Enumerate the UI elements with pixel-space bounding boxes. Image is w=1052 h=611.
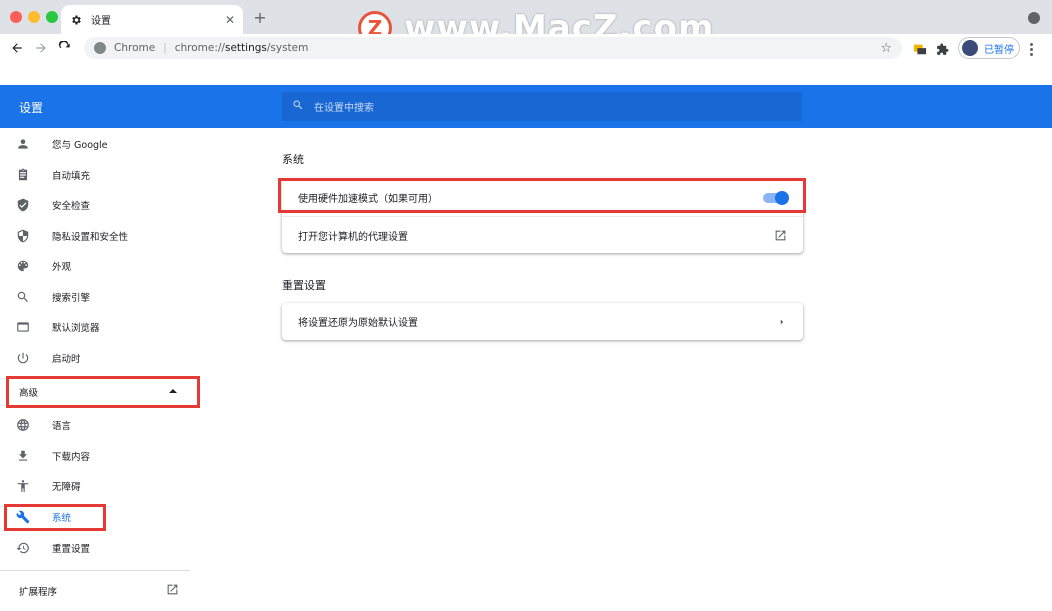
sidebar-item-label: 语言 [52, 420, 72, 432]
puzzle-icon[interactable] [936, 41, 950, 55]
search-input[interactable]: 在设置中搜索 [282, 92, 802, 121]
back-arrow-icon[interactable] [7, 38, 27, 58]
window-controls [10, 11, 58, 23]
profile-button[interactable]: 已暂停 [958, 37, 1020, 59]
sidebar-item-label: 无障碍 [52, 481, 81, 493]
search-placeholder: 在设置中搜索 [314, 103, 374, 114]
forward-arrow-icon[interactable] [31, 38, 51, 58]
advanced-toggle[interactable]: 高级 [6, 376, 200, 408]
tab-search-button[interactable] [1028, 12, 1040, 24]
sidebar-item-label: 外观 [52, 261, 72, 273]
sidebar-item-you-and-google[interactable]: 您与 Google [0, 128, 200, 159]
star-icon[interactable]: ☆ [880, 41, 892, 56]
browser-window-icon [0, 320, 52, 334]
palette-icon [0, 259, 52, 273]
site-info-icon[interactable] [94, 42, 106, 54]
close-window-button[interactable] [10, 11, 22, 23]
section-title-system: 系统 [282, 153, 304, 166]
sidebar-item-label: 下载内容 [52, 451, 91, 463]
settings-header: 设置 在设置中搜索 [0, 85, 1052, 128]
chevron-right-icon[interactable] [777, 317, 787, 327]
avatar [962, 40, 978, 56]
sidebar-item-label: 隐私设置和安全性 [52, 231, 129, 243]
sidebar-item-extensions[interactable]: 扩展程序 [19, 583, 179, 599]
search-icon [0, 290, 52, 304]
download-icon [0, 449, 52, 463]
clipboard-icon [0, 168, 52, 182]
minimize-window-button[interactable] [28, 11, 40, 23]
accessibility-icon [0, 479, 52, 493]
highlight-box [278, 178, 806, 213]
sidebar-item-label: 自动填充 [52, 170, 91, 182]
highlight-box [4, 504, 106, 531]
section-title-reset: 重置设置 [282, 279, 326, 292]
gear-icon [69, 13, 83, 27]
sidebar-item-label: 重置设置 [52, 543, 91, 555]
sidebar-item-languages[interactable]: 语言 [0, 409, 200, 440]
url-text: chrome://settings/system [174, 42, 309, 54]
site-label: Chrome [114, 42, 156, 54]
extension-icon[interactable] [913, 41, 927, 55]
sidebar-item-safety-check[interactable]: 安全检查 [0, 189, 200, 220]
new-tab-button[interactable]: + [252, 8, 268, 27]
restore-defaults-label: 将设置还原为原始默认设置 [298, 318, 418, 329]
tab-settings[interactable]: 设置 ✕ [61, 5, 243, 34]
sidebar-item-on-startup[interactable]: 启动时 [0, 342, 200, 373]
advanced-label: 高级 [19, 388, 39, 399]
sidebar-item-autofill[interactable]: 自动填充 [0, 159, 200, 190]
sidebar-item-appearance[interactable]: 外观 [0, 250, 200, 281]
browser-toolbar: Chrome | chrome://settings/system ☆ 已暂停 [0, 34, 1052, 62]
sidebar-item-reset[interactable]: 重置设置 [0, 532, 200, 563]
open-in-new-icon [166, 583, 179, 599]
sidebar-item-label: 启动时 [52, 353, 81, 365]
sidebar-divider [0, 570, 190, 571]
sidebar-item-downloads[interactable]: 下载内容 [0, 440, 200, 471]
caret-up-icon [169, 389, 177, 393]
proxy-settings-row[interactable]: 打开您计算机的代理设置 [282, 216, 803, 253]
omnibox-separator: | [163, 42, 167, 54]
power-icon [0, 351, 52, 365]
search-icon [292, 99, 304, 114]
reset-card: 将设置还原为原始默认设置 [282, 303, 803, 340]
shield-check-icon [0, 198, 52, 212]
proxy-settings-label: 打开您计算机的代理设置 [298, 231, 408, 243]
sidebar-item-label: 安全检查 [52, 200, 91, 212]
restore-icon [0, 541, 52, 555]
reload-icon[interactable] [55, 38, 75, 58]
sidebar-item-label: 搜索引擎 [52, 292, 91, 304]
shield-half-icon [0, 229, 52, 243]
close-icon[interactable]: ✕ [225, 13, 235, 27]
zoom-window-button[interactable] [46, 11, 58, 23]
menu-kebab-icon[interactable] [1030, 43, 1034, 58]
sidebar-item-label: 默认浏览器 [52, 322, 100, 334]
globe-icon [0, 418, 52, 432]
sidebar-item-label: 扩展程序 [19, 587, 58, 598]
sidebar-item-default-browser[interactable]: 默认浏览器 [0, 311, 200, 342]
profile-status: 已暂停 [984, 44, 1014, 56]
sidebar-item-label: 您与 Google [52, 139, 108, 151]
open-in-new-icon[interactable] [774, 229, 787, 242]
tab-title: 设置 [91, 16, 111, 27]
restore-defaults-row[interactable]: 将设置还原为原始默认设置 [282, 303, 803, 340]
sidebar-item-accessibility[interactable]: 无障碍 [0, 470, 200, 501]
sidebar-item-search-engine[interactable]: 搜索引擎 [0, 281, 200, 312]
person-icon [0, 137, 52, 151]
address-bar[interactable]: Chrome | chrome://settings/system ☆ [84, 37, 902, 59]
sidebar-item-privacy[interactable]: 隐私设置和安全性 [0, 220, 200, 251]
sidebar: 您与 Google 自动填充 安全检查 隐私设置和安全性 外观 搜索引擎 默认浏… [0, 128, 200, 611]
page-title: 设置 [19, 101, 44, 115]
